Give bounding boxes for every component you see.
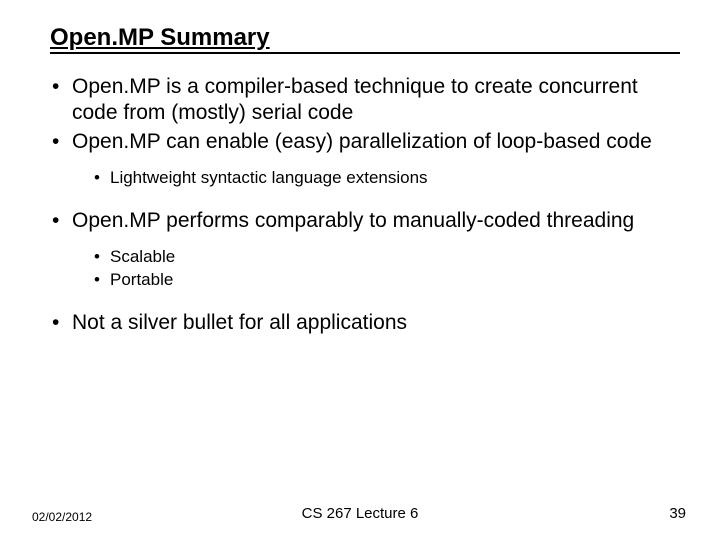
slide-title: Open.MP Summary bbox=[50, 24, 270, 54]
slide-body: Open.MP is a compiler-based technique to… bbox=[0, 54, 720, 336]
bullet-item: Open.MP is a compiler-based technique to… bbox=[48, 74, 672, 127]
bullet-item: Not a silver bullet for all applications bbox=[48, 310, 672, 336]
sub-bullet-item: Portable bbox=[92, 269, 672, 292]
footer-center: CS 267 Lecture 6 bbox=[0, 505, 720, 522]
bullet-item: Open.MP performs comparably to manually-… bbox=[48, 208, 672, 292]
slide-footer: 02/02/2012 CS 267 Lecture 6 39 bbox=[0, 504, 720, 524]
bullet-text: Open.MP performs comparably to manually-… bbox=[72, 209, 634, 232]
sub-bullet-item: Lightweight syntactic language extension… bbox=[92, 167, 672, 190]
sub-bullet-item: Scalable bbox=[92, 246, 672, 269]
footer-page-number: 39 bbox=[669, 505, 686, 522]
bullet-text: Open.MP can enable (easy) parallelizatio… bbox=[72, 130, 652, 153]
bullet-item: Open.MP can enable (easy) parallelizatio… bbox=[48, 129, 672, 190]
